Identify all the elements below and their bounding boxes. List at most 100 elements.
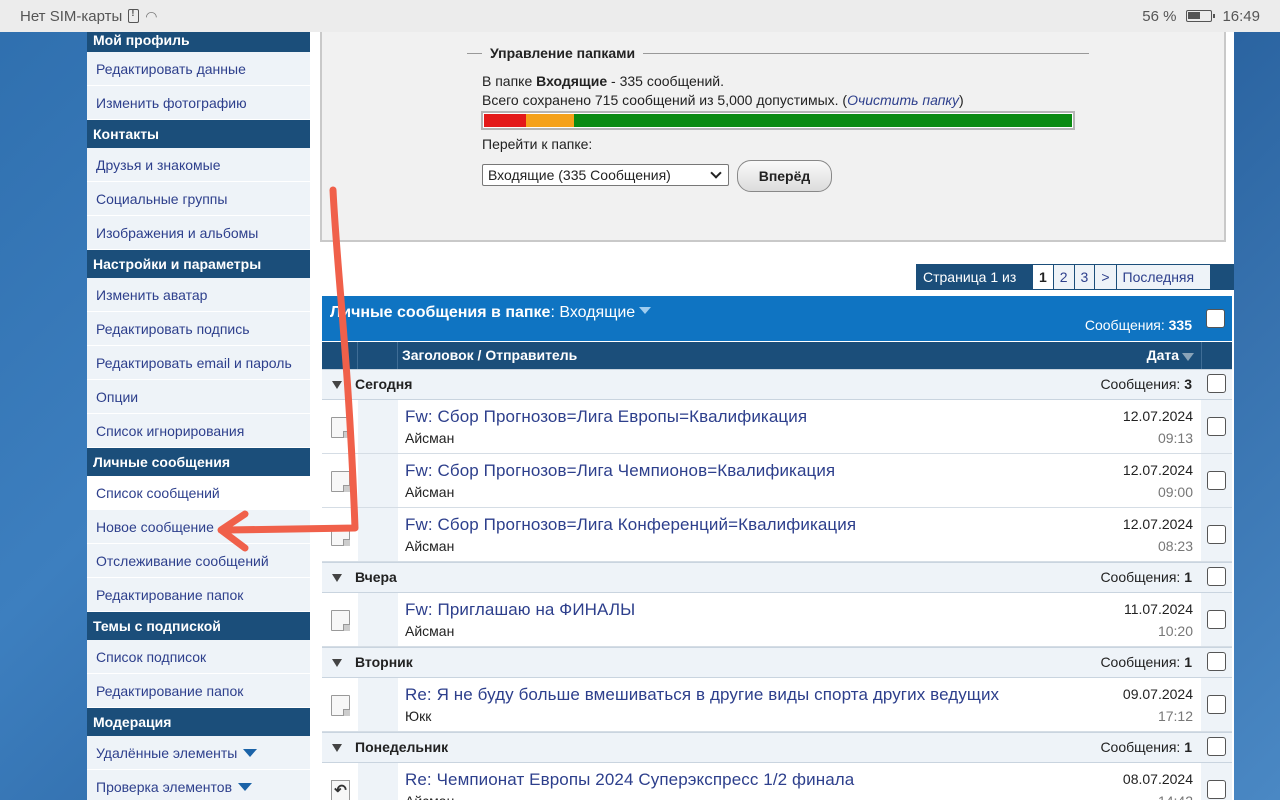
group-checkbox[interactable] — [1207, 374, 1226, 393]
sidebar-item-deleted[interactable]: Удалённые элементы — [87, 736, 310, 770]
message-time: 09:13 — [1157, 430, 1193, 446]
sort-desc-icon — [1182, 353, 1194, 361]
sidebar-item-subscription-folders[interactable]: Редактирование папок — [87, 674, 310, 708]
message-checkbox-cell — [1201, 508, 1232, 561]
folder-info-line2: Всего сохранено 715 сообщений из 5,000 д… — [482, 91, 964, 110]
message-sender[interactable]: Айсман — [405, 484, 454, 500]
chevron-down-icon — [710, 167, 722, 179]
sidebar-item-friends[interactable]: Друзья и знакомые — [87, 148, 310, 182]
sidebar-heading-pm: Личные сообщения — [87, 448, 310, 476]
sidebar-heading-contacts: Контакты — [87, 120, 310, 148]
folder-info-suffix: - 335 сообщений. — [607, 73, 724, 89]
message-row[interactable]: Re: Я не буду больше вмешиваться в други… — [322, 678, 1232, 732]
message-sender[interactable]: Айсман — [405, 430, 454, 446]
messages-title: Личные сообщения в папке: Входящие — [330, 304, 652, 322]
folder-menu-icon[interactable] — [639, 307, 652, 314]
message-sender[interactable]: Айсман — [405, 793, 454, 800]
sidebar-item-edit-folders[interactable]: Редактирование папок — [87, 578, 310, 612]
message-checkbox[interactable] — [1207, 695, 1226, 714]
sidebar-item-ignore-list[interactable]: Список игнорирования — [87, 414, 310, 448]
sidebar-item-edit-details[interactable]: Редактировать данные — [87, 52, 310, 86]
page-link-1[interactable]: 1 — [1032, 265, 1053, 289]
group-checkbox[interactable] — [1207, 567, 1226, 586]
collapse-triangle-icon[interactable] — [332, 381, 342, 389]
chevron-down-icon — [238, 782, 253, 791]
messages-title-folder[interactable]: : Входящие — [550, 304, 635, 321]
message-checkbox[interactable] — [1207, 471, 1226, 490]
folder-select[interactable]: Входящие (335 Сообщения) — [482, 164, 729, 186]
message-time: 09:00 — [1157, 484, 1193, 500]
group-count-label: Сообщения: — [1100, 739, 1185, 755]
group-checkbox[interactable] — [1207, 737, 1226, 756]
goto-folder-label: Перейти к папке: — [482, 136, 593, 152]
battery-text: 56 % — [1142, 7, 1177, 25]
clear-folder-link[interactable]: Очистить папку — [847, 92, 959, 108]
sidebar-item-label: Проверка элементов — [96, 778, 233, 795]
message-time: 17:12 — [1157, 708, 1193, 724]
group-checkbox[interactable] — [1207, 652, 1226, 671]
message-subject-link[interactable]: Fw: Сбор Прогнозов=Лига Конференций=Квал… — [405, 515, 856, 535]
sidebar-item-new-message[interactable]: Новое сообщение — [87, 510, 310, 544]
sidebar-heading-moderation: Модерация — [87, 708, 310, 736]
collapse-triangle-icon[interactable] — [332, 744, 342, 752]
message-date: 12.07.2024 — [1122, 516, 1193, 532]
message-checkbox[interactable] — [1207, 417, 1226, 436]
message-subject-link[interactable]: Fw: Приглашаю на ФИНАЛЫ — [405, 600, 635, 620]
document-icon — [331, 610, 350, 631]
message-date: 09.07.2024 — [1122, 686, 1193, 702]
collapse-triangle-icon[interactable] — [332, 574, 342, 582]
page-link-3[interactable]: 3 — [1074, 265, 1095, 289]
sidebar-item-track-messages[interactable]: Отслеживание сообщений — [87, 544, 310, 578]
sidebar-item-edit-email[interactable]: Редактировать email и пароль — [87, 346, 310, 380]
sidebar-item-groups[interactable]: Социальные группы — [87, 182, 310, 216]
messages-count: Сообщения: 335 — [1085, 317, 1192, 333]
message-sender[interactable]: Айсман — [405, 538, 454, 554]
column-date[interactable]: Дата — [1147, 347, 1194, 363]
sidebar-item-message-list[interactable]: Список сообщений — [87, 476, 310, 510]
sidebar-item-subscription-list[interactable]: Список подписок — [87, 640, 310, 674]
sidebar-item-edit-signature[interactable]: Редактировать подпись — [87, 312, 310, 346]
group-count: Сообщения: 1 — [1100, 654, 1192, 670]
message-row[interactable]: Fw: Приглашаю на ФИНАЛЫ Айсман 11.07.2024 1… — [322, 593, 1232, 647]
page-last[interactable]: Последняя » — [1116, 265, 1211, 309]
message-icon-cell — [358, 454, 398, 507]
sidebar-item-change-photo[interactable]: Изменить фотографию — [87, 86, 310, 120]
page-link-2[interactable]: 2 — [1053, 265, 1074, 289]
message-subject-link[interactable]: Re: Я не буду больше вмешиваться в други… — [405, 685, 999, 705]
sim-alert-icon — [128, 8, 140, 23]
message-checkbox-cell — [1201, 593, 1232, 646]
message-subject-link[interactable]: Fw: Сбор Прогнозов=Лига Европы=Квалифика… — [405, 407, 807, 427]
message-subject-link[interactable]: Fw: Сбор Прогнозов=Лига Чемпионов=Квалиф… — [405, 461, 835, 481]
storage-text: Всего сохранено 715 сообщений из 5,000 д… — [482, 92, 848, 108]
message-checkbox[interactable] — [1207, 525, 1226, 544]
message-checkbox[interactable] — [1207, 780, 1226, 799]
message-row[interactable]: Fw: Сбор Прогнозов=Лига Европы=Квалифика… — [322, 400, 1232, 454]
folder-management-title: Управление папками — [482, 45, 644, 61]
message-sender[interactable]: Юкк — [405, 708, 431, 724]
sidebar-item-options[interactable]: Опции — [87, 380, 310, 414]
date-group-header: Вторник Сообщения: 1 — [322, 647, 1232, 678]
sidebar-item-change-avatar[interactable]: Изменить аватар — [87, 278, 310, 312]
group-count-value: 3 — [1184, 376, 1192, 392]
go-button[interactable]: Вперёд — [737, 160, 832, 192]
date-group-header: Сегодня Сообщения: 3 — [322, 369, 1232, 400]
column-title[interactable]: Заголовок / Отправитель — [402, 347, 577, 363]
page-next[interactable]: > — [1095, 265, 1116, 289]
sidebar-item-moderation-check[interactable]: Проверка элементов — [87, 770, 310, 800]
message-row[interactable]: Fw: Сбор Прогнозов=Лига Конференций=Квал… — [322, 508, 1232, 562]
select-all-checkbox[interactable] — [1206, 309, 1225, 328]
message-icon-cell — [358, 508, 398, 561]
message-row[interactable]: ↶ Re: Чемпионат Европы 2024 Суперэкспресс… — [322, 763, 1232, 800]
group-count-value: 1 — [1184, 654, 1192, 670]
message-subject-link[interactable]: Re: Чемпионат Европы 2024 Суперэкспресс … — [405, 770, 854, 790]
message-checkbox-cell — [1201, 763, 1232, 800]
message-row[interactable]: Fw: Сбор Прогнозов=Лига Чемпионов=Квалиф… — [322, 454, 1232, 508]
message-checkbox[interactable] — [1207, 610, 1226, 629]
sidebar-item-albums[interactable]: Изображения и альбомы — [87, 216, 310, 250]
message-sender[interactable]: Айсман — [405, 623, 454, 639]
message-status-cell — [322, 400, 358, 453]
sidebar-item-label: Удалённые элементы — [96, 744, 238, 761]
group-count-value: 1 — [1184, 569, 1192, 585]
collapse-triangle-icon[interactable] — [332, 659, 342, 667]
message-date: 12.07.2024 — [1122, 462, 1193, 478]
